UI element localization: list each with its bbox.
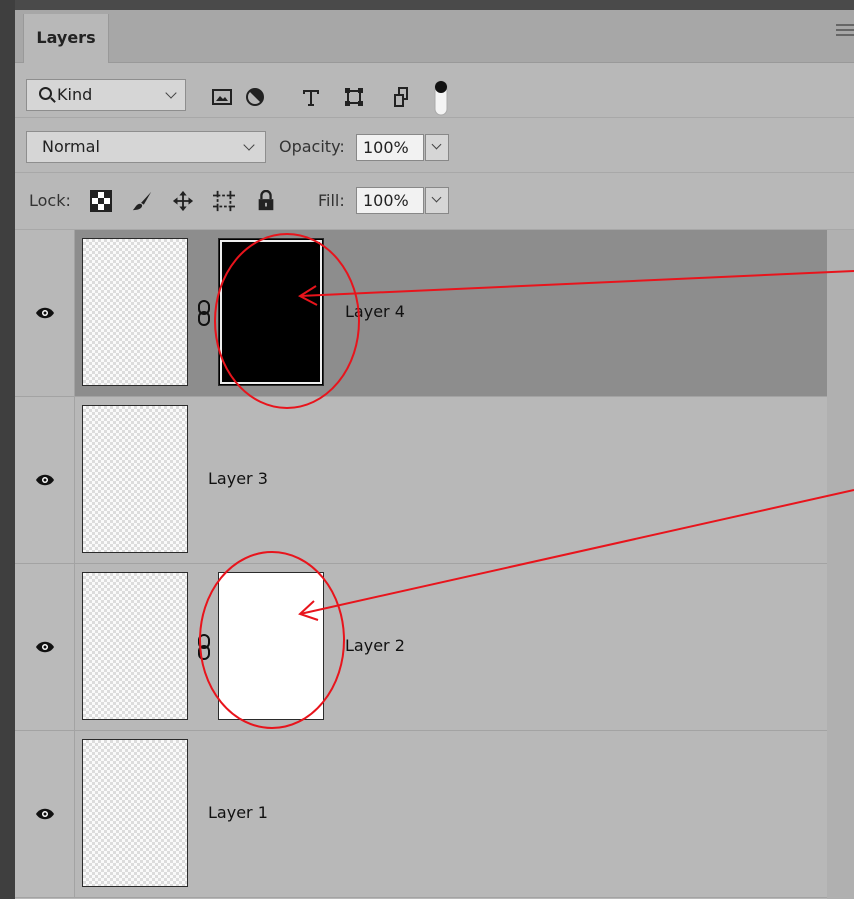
- fill-slider-button[interactable]: [425, 187, 449, 214]
- smart-object-filter-icon[interactable]: [393, 87, 413, 107]
- type-filter-icon[interactable]: [301, 87, 321, 107]
- layer-thumbnail[interactable]: [82, 238, 188, 386]
- layers-list: Layer 4 Layer 3 Layer 2 Layer 1: [15, 230, 854, 899]
- hamburger-menu-icon[interactable]: [836, 24, 854, 40]
- layer-name[interactable]: Layer 2: [345, 636, 405, 655]
- lock-all-icon[interactable]: [256, 190, 276, 212]
- opacity-label: Opacity:: [279, 137, 345, 156]
- fill-input[interactable]: 100%: [356, 187, 424, 214]
- lock-row: Lock: Fill: 100%: [15, 173, 854, 230]
- lock-position-icon[interactable]: [171, 190, 195, 212]
- tab-layers[interactable]: Layers: [23, 14, 109, 63]
- blend-row: Normal Opacity: 100%: [15, 118, 854, 173]
- image-filter-icon[interactable]: [212, 87, 232, 107]
- chevron-down-icon: [431, 192, 442, 203]
- fill-label: Fill:: [318, 191, 345, 210]
- search-icon: [39, 87, 52, 100]
- window-top-edge: [0, 0, 854, 10]
- chevron-down-icon: [243, 139, 255, 151]
- layer-thumbnail[interactable]: [82, 405, 188, 553]
- eye-icon[interactable]: [35, 807, 55, 821]
- eye-icon[interactable]: [35, 640, 55, 654]
- blend-mode-dropdown[interactable]: Normal: [26, 131, 266, 163]
- kind-filter-dropdown[interactable]: Kind: [26, 79, 186, 111]
- eye-icon[interactable]: [35, 306, 55, 320]
- adjustment-filter-icon[interactable]: [245, 87, 265, 107]
- lock-label: Lock:: [29, 191, 71, 210]
- opacity-slider-button[interactable]: [425, 134, 449, 161]
- layer-name[interactable]: Layer 4: [345, 302, 405, 321]
- chevron-down-icon: [165, 87, 177, 99]
- window-left-edge: [0, 0, 15, 899]
- scrollbar[interactable]: [827, 230, 854, 899]
- layer-name[interactable]: Layer 3: [208, 469, 268, 488]
- blend-mode-value: Normal: [42, 137, 100, 156]
- layer-mask-thumbnail[interactable]: [218, 238, 324, 386]
- visibility-column: [15, 230, 75, 396]
- layer-row-layer-3[interactable]: Layer 3: [15, 397, 827, 564]
- eye-icon[interactable]: [35, 473, 55, 487]
- panel-tab-bar: Layers: [15, 10, 854, 63]
- opacity-input[interactable]: 100%: [356, 134, 424, 161]
- mask-link-icon[interactable]: [197, 300, 211, 326]
- visibility-column: [15, 397, 75, 563]
- mask-link-icon[interactable]: [197, 634, 211, 660]
- visibility-column: [15, 731, 75, 897]
- lock-artboard-icon[interactable]: [211, 190, 237, 212]
- lock-image-pixels-icon[interactable]: [130, 190, 154, 212]
- visibility-column: [15, 564, 75, 730]
- layer-thumbnail[interactable]: [82, 739, 188, 887]
- layer-mask-thumbnail[interactable]: [218, 572, 324, 720]
- layer-row-layer-1[interactable]: Layer 1: [15, 731, 827, 898]
- lock-transparent-pixels-icon[interactable]: [90, 190, 112, 212]
- layer-thumbnail[interactable]: [82, 572, 188, 720]
- shape-filter-icon[interactable]: [344, 87, 364, 107]
- kind-filter-label: Kind: [57, 85, 93, 104]
- layer-row-layer-4[interactable]: Layer 4: [15, 230, 827, 397]
- filter-row: Kind: [15, 63, 854, 118]
- layer-row-layer-2[interactable]: Layer 2: [15, 564, 827, 731]
- chevron-down-icon: [431, 139, 442, 150]
- layers-panel: Layers Kind Normal Opacity: 100% Lock: F…: [15, 10, 854, 899]
- filter-toggle-icon[interactable]: [433, 79, 449, 119]
- layer-name[interactable]: Layer 1: [208, 803, 268, 822]
